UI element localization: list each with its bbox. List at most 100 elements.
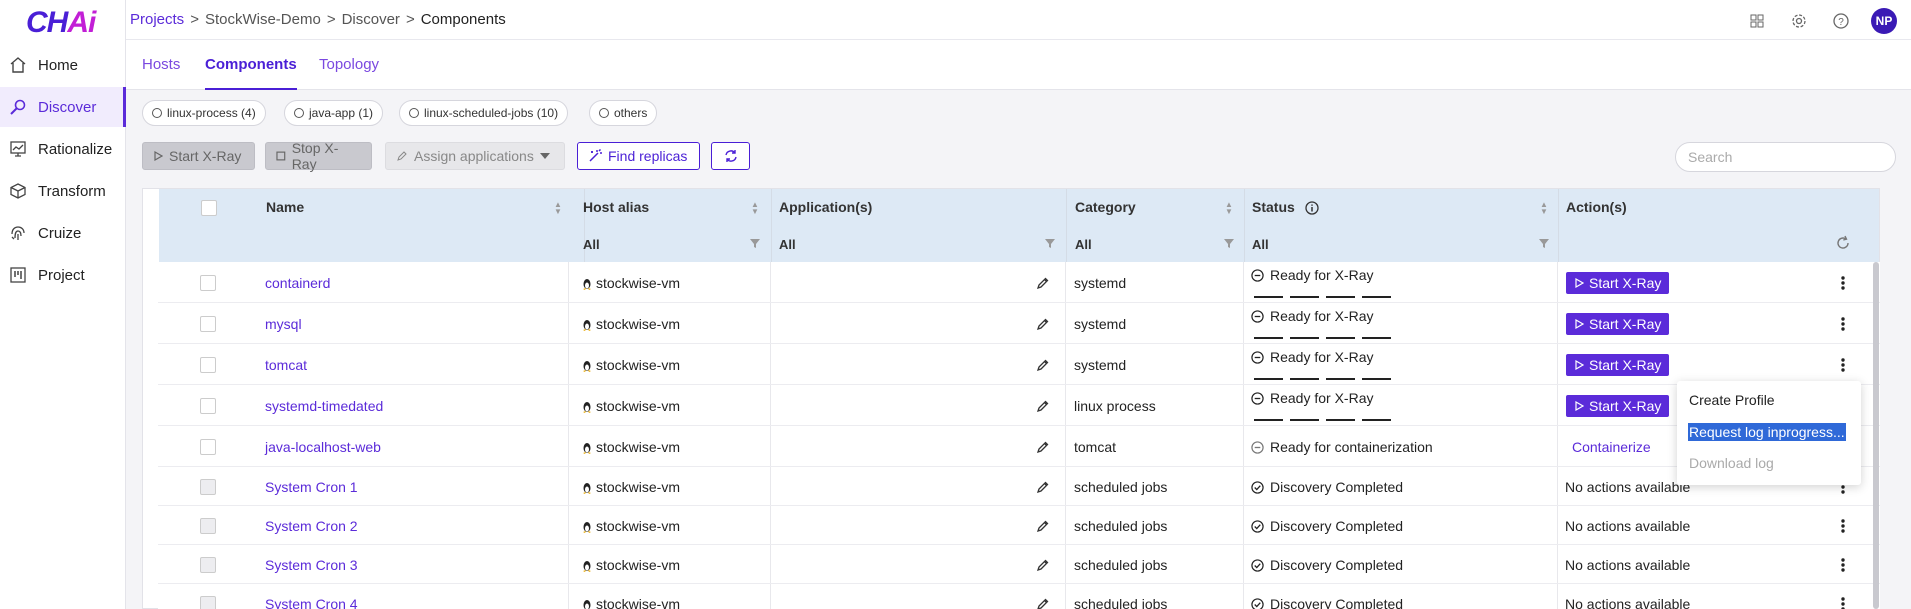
component-name-link[interactable]: systemd-timedated bbox=[265, 398, 383, 414]
filter-chip-linux-scheduled-jobs[interactable]: linux-scheduled-jobs (10) bbox=[399, 100, 569, 126]
sidebar-item-cruize[interactable]: Cruize bbox=[0, 213, 126, 253]
tab-hosts[interactable]: Hosts bbox=[142, 40, 180, 90]
component-name-link[interactable]: mysql bbox=[265, 316, 302, 332]
filter-chip-java-app[interactable]: java-app (1) bbox=[284, 100, 384, 126]
assign-applications-button[interactable]: Assign applications bbox=[385, 142, 565, 170]
reload-table-icon[interactable] bbox=[1835, 235, 1851, 251]
filter-category[interactable]: All bbox=[1075, 226, 1092, 263]
component-name-link[interactable]: System Cron 1 bbox=[265, 479, 358, 495]
avatar[interactable]: NP bbox=[1871, 8, 1897, 34]
table-row[interactable]: java-localhost-web stockwise-vm tomcat Read… bbox=[158, 426, 1880, 467]
edit-application-pencil-icon[interactable] bbox=[1036, 317, 1050, 331]
filter-applications[interactable]: All bbox=[779, 226, 796, 263]
table-row[interactable]: containerd stockwise-vm systemd Ready for X… bbox=[158, 262, 1880, 303]
start-xray-row-button[interactable]: Start X-Ray bbox=[1566, 272, 1670, 294]
radio-icon bbox=[152, 108, 162, 118]
kebab-menu-icon[interactable] bbox=[1838, 275, 1848, 291]
scrollbar[interactable] bbox=[1873, 262, 1879, 609]
row-checkbox[interactable] bbox=[200, 275, 216, 291]
help-icon[interactable]: ? bbox=[1829, 9, 1853, 33]
start-xray-button[interactable]: Start X-Ray bbox=[142, 142, 255, 170]
sort-icon[interactable]: ▲ ▼ bbox=[1539, 201, 1549, 216]
column-header-applications[interactable]: Application(s) bbox=[779, 189, 872, 226]
sort-icon[interactable]: ▲ ▼ bbox=[750, 201, 760, 216]
menu-item-request-log[interactable]: Request log inprogress... bbox=[1688, 423, 1846, 441]
filter-chip-linux-process[interactable]: linux-process (4) bbox=[142, 100, 266, 126]
tab-components[interactable]: Components bbox=[205, 40, 297, 90]
find-replicas-button[interactable]: Find replicas bbox=[577, 142, 700, 170]
filter-icon[interactable] bbox=[1538, 237, 1550, 249]
table-row[interactable]: mysql stockwise-vm systemd Ready for X-Ray S… bbox=[158, 303, 1880, 344]
edit-application-pencil-icon[interactable] bbox=[1036, 597, 1050, 609]
edit-application-pencil-icon[interactable] bbox=[1036, 519, 1050, 533]
filter-status[interactable]: All bbox=[1252, 226, 1269, 263]
row-checkbox[interactable] bbox=[200, 439, 216, 455]
select-all-checkbox[interactable] bbox=[201, 200, 217, 216]
stop-xray-button[interactable]: Stop X-Ray bbox=[265, 140, 372, 172]
grid-icon[interactable] bbox=[1745, 9, 1769, 33]
kebab-menu-icon[interactable] bbox=[1838, 596, 1848, 609]
edit-application-pencil-icon[interactable] bbox=[1036, 558, 1050, 572]
breadcrumb-project[interactable]: StockWise-Demo bbox=[205, 11, 321, 28]
filter-icon[interactable] bbox=[749, 237, 761, 249]
tab-topology[interactable]: Topology bbox=[319, 40, 379, 90]
column-header-name[interactable]: Name bbox=[266, 189, 304, 226]
edit-application-pencil-icon[interactable] bbox=[1036, 399, 1050, 413]
search-input[interactable] bbox=[1675, 142, 1896, 172]
row-checkbox[interactable] bbox=[200, 518, 216, 534]
kebab-menu-icon[interactable] bbox=[1838, 557, 1848, 573]
row-checkbox[interactable] bbox=[200, 357, 216, 373]
containerize-link[interactable]: Containerize bbox=[1572, 439, 1651, 455]
start-xray-row-button[interactable]: Start X-Ray bbox=[1566, 313, 1670, 335]
sidebar-item-home[interactable]: Home bbox=[0, 45, 126, 85]
edit-application-pencil-icon[interactable] bbox=[1036, 440, 1050, 454]
column-header-host-alias[interactable]: Host alias bbox=[583, 189, 649, 226]
sort-icon[interactable]: ▲ ▼ bbox=[1224, 201, 1234, 216]
component-name-link[interactable]: System Cron 4 bbox=[265, 596, 358, 609]
breadcrumb-projects[interactable]: Projects bbox=[130, 11, 184, 28]
breadcrumb-discover[interactable]: Discover bbox=[342, 11, 400, 28]
filter-host-alias[interactable]: All bbox=[583, 226, 600, 263]
kebab-menu-icon[interactable] bbox=[1838, 518, 1848, 534]
start-xray-row-button[interactable]: Start X-Ray bbox=[1566, 395, 1670, 417]
row-checkbox[interactable] bbox=[200, 557, 216, 573]
app-logo[interactable]: CHAi bbox=[26, 6, 96, 40]
row-checkbox[interactable] bbox=[200, 398, 216, 414]
component-name-link[interactable]: containerd bbox=[265, 275, 330, 291]
table-row[interactable]: systemd-timedated stockwise-vm linux proce… bbox=[158, 385, 1880, 426]
play-icon bbox=[1575, 401, 1584, 411]
column-header-category[interactable]: Category bbox=[1075, 189, 1136, 226]
table-row[interactable]: System Cron 2 stockwise-vm scheduled jobs D… bbox=[158, 506, 1880, 545]
column-header-status[interactable]: Status bbox=[1252, 189, 1295, 226]
kebab-menu-icon[interactable] bbox=[1838, 316, 1848, 332]
sort-icon[interactable]: ▲ ▼ bbox=[553, 201, 563, 216]
table-row[interactable]: System Cron 4 stockwise-vm scheduled jobs D… bbox=[158, 584, 1880, 609]
edit-application-pencil-icon[interactable] bbox=[1036, 480, 1050, 494]
component-name-link[interactable]: java-localhost-web bbox=[265, 439, 381, 455]
component-name-link[interactable]: System Cron 2 bbox=[265, 518, 358, 534]
menu-item-create-profile[interactable]: Create Profile bbox=[1689, 392, 1775, 408]
kebab-menu-icon[interactable] bbox=[1838, 357, 1848, 373]
table-row[interactable]: System Cron 3 stockwise-vm scheduled jobs D… bbox=[158, 545, 1880, 584]
table-row[interactable]: System Cron 1 stockwise-vm scheduled jobs D… bbox=[158, 467, 1880, 506]
filter-chip-others[interactable]: others bbox=[589, 100, 658, 126]
table-header: Name ▲ ▼ Host alias ▲ ▼ Application(s) Cat… bbox=[159, 189, 1879, 263]
sidebar-item-project[interactable]: Project bbox=[0, 255, 126, 295]
sidebar-item-rationalize[interactable]: Rationalize bbox=[0, 129, 126, 169]
gear-icon[interactable] bbox=[1787, 9, 1811, 33]
row-checkbox[interactable] bbox=[200, 596, 216, 609]
sidebar-item-discover[interactable]: Discover bbox=[0, 87, 126, 127]
row-checkbox[interactable] bbox=[200, 479, 216, 495]
filter-icon[interactable] bbox=[1223, 237, 1235, 249]
row-checkbox[interactable] bbox=[200, 316, 216, 332]
edit-application-pencil-icon[interactable] bbox=[1036, 358, 1050, 372]
component-name-link[interactable]: tomcat bbox=[265, 357, 307, 373]
sidebar-item-transform[interactable]: Transform bbox=[0, 171, 126, 211]
start-xray-row-button[interactable]: Start X-Ray bbox=[1566, 354, 1670, 376]
filter-icon[interactable] bbox=[1044, 237, 1056, 249]
refresh-button[interactable] bbox=[711, 142, 750, 170]
info-icon[interactable] bbox=[1305, 201, 1319, 215]
edit-application-pencil-icon[interactable] bbox=[1036, 276, 1050, 290]
component-name-link[interactable]: System Cron 3 bbox=[265, 557, 358, 573]
table-row[interactable]: tomcat stockwise-vm systemd Ready for X-Ray… bbox=[158, 344, 1880, 385]
